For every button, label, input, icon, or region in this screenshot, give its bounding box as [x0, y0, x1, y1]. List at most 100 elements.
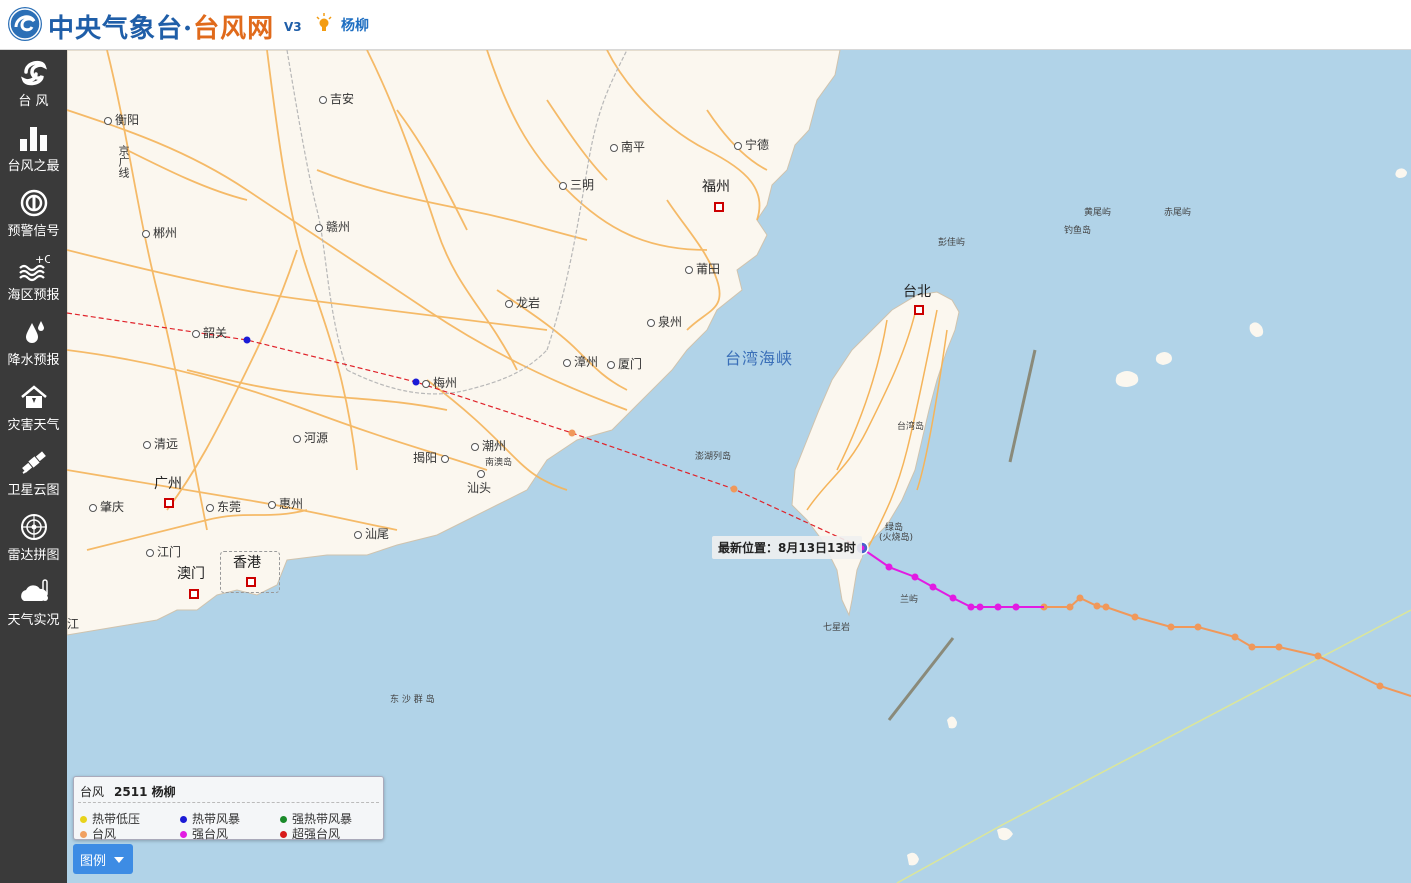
disaster-house-icon: [20, 385, 47, 408]
place-heyuan: 河源: [293, 429, 328, 446]
radar-icon: [20, 514, 47, 540]
sidebar-item-radar[interactable]: 雷达拼图: [0, 506, 67, 568]
place-ningde: 宁德: [734, 136, 769, 153]
lightbulb-icon: [316, 13, 332, 35]
place-taibei: 台北: [903, 284, 931, 300]
sidebar-item-label: 降水预报: [7, 353, 60, 368]
sidebar-item-label: 台 风: [18, 94, 49, 109]
sidebar-item-label: 海区预报: [7, 288, 60, 303]
legend-divider: [78, 802, 379, 803]
place-nanping: 南平: [610, 138, 645, 155]
sidebar-item-typhoon-records[interactable]: 台风之最: [0, 117, 67, 179]
railway-jingguang: 京广线: [117, 145, 130, 178]
forecast-point: [730, 485, 738, 493]
place-hengyang: 衡阳: [104, 111, 139, 128]
place-jian: 吉安: [319, 90, 354, 107]
place-sanming: 三明: [559, 176, 594, 193]
satellite-icon: [21, 451, 46, 474]
place-meizhou: 梅州: [422, 374, 457, 391]
place-shanwei: 汕尾: [354, 525, 389, 542]
place-shantou-dot: [477, 466, 488, 480]
place-diaoyudao: 钓鱼岛: [1064, 226, 1092, 236]
place-longyan: 龙岩: [505, 294, 540, 311]
sidebar-item-label: 天气实况: [7, 613, 60, 628]
typhoon-icon: [20, 60, 47, 86]
place-taiwandao: 台湾岛: [897, 422, 925, 432]
sidebar-item-sea-forecast[interactable]: +C 海区预报: [0, 246, 67, 308]
svg-text:+C: +C: [35, 253, 50, 266]
sidebar-item-typhoon[interactable]: 台 风: [0, 52, 67, 114]
place-chenzhou: 郴州: [142, 224, 177, 241]
place-chiweiyu: 赤尾屿: [1164, 208, 1192, 218]
sidebar-item-precipitation[interactable]: 降水预报: [0, 311, 67, 373]
place-guangzhou: 广州: [154, 476, 182, 492]
place-xiamen: 厦门: [607, 355, 642, 372]
boundary-line: [896, 609, 1411, 883]
place-dongsha: 东 沙 群 岛: [390, 695, 435, 705]
left-sidebar: 台 风 台风之最 预警信号 +C 海区预报 降水预报 灾害天气 卫星云图 雷达拼…: [0, 50, 67, 883]
place-jiangmen: 江门: [146, 543, 181, 560]
sidebar-item-warning-signal[interactable]: 预警信号: [0, 182, 67, 244]
sidebar-item-label: 雷达拼图: [7, 548, 60, 563]
sidebar-item-satellite[interactable]: 卫星云图: [0, 441, 67, 503]
place-qixingyan: 七星岩: [823, 623, 851, 633]
legend-item-ty: 台风: [80, 825, 116, 842]
map-canvas[interactable]: [67, 50, 1411, 883]
weather-live-icon: [20, 579, 48, 601]
legend-item-sty: 强台风: [180, 825, 228, 842]
place-huizhou: 惠州: [268, 495, 303, 512]
place-huoshao: (火烧岛): [879, 533, 914, 543]
forecast-point: [568, 429, 576, 437]
sidebar-item-label: 灾害天气: [7, 418, 60, 433]
place-shantou: 汕头: [467, 481, 492, 495]
cma-logo-icon: [8, 7, 42, 41]
sidebar-item-label: 卫星云图: [7, 483, 60, 498]
site-title[interactable]: 中央气象台·台风网: [48, 8, 274, 45]
taiwan-landmass: [791, 291, 960, 617]
place-putian: 莆田: [685, 260, 720, 277]
place-qingyuan: 清远: [143, 435, 178, 452]
place-nanaodao: 南澳岛: [485, 458, 513, 468]
sea-temperature-icon: +C: [18, 253, 50, 282]
place-pengjiayu: 彭佳屿: [938, 238, 966, 248]
place-jiang: 江: [67, 617, 80, 631]
hongkong-boundary: [220, 551, 280, 593]
capital-marker-macau: [187, 583, 199, 602]
bar-chart-icon: [19, 127, 47, 151]
place-huangweiyu: 黄尾屿: [1084, 208, 1112, 218]
typhoon-track-orange-points: [1040, 594, 1384, 690]
place-fuzhou: 福州: [702, 179, 730, 195]
sidebar-item-weather-live[interactable]: 天气实况: [0, 571, 67, 633]
typhoon-map[interactable]: 吉安 衡阳 京广线 南平 宁德 三明 福州 郴州 赣州 莆田 龙岩 泉州 韶关 …: [67, 50, 1411, 883]
legend-panel: 台风 2511 杨柳 热带低压 热带风暴 强热带风暴 台风 强台风 超强台风: [73, 776, 384, 842]
place-penghu: 澎湖列岛: [695, 452, 732, 462]
place-jieyang: 揭阳: [413, 449, 452, 466]
place-quanzhou: 泉州: [647, 313, 682, 330]
place-dongguan: 东莞: [206, 498, 241, 515]
forecast-point: [412, 378, 420, 386]
raindrop-icon: [25, 321, 44, 343]
site-version: V3: [284, 20, 302, 34]
chevron-down-icon: [114, 857, 124, 863]
latest-position-label[interactable]: 最新位置：8月13日13时: [712, 536, 862, 559]
legend-toggle-button[interactable]: 图例: [73, 844, 133, 874]
sidebar-item-severe-weather[interactable]: 灾害天气: [0, 376, 67, 438]
place-zhaoqing: 肇庆: [89, 498, 124, 515]
sidebar-item-label: 预警信号: [7, 224, 60, 239]
place-chaozhou: 潮州: [471, 437, 506, 454]
place-macau: 澳门: [177, 566, 205, 582]
place-ganzhou: 赣州: [315, 218, 350, 235]
capital-marker-taibei: [912, 299, 924, 318]
place-shaoguan: 韶关: [192, 324, 227, 341]
top-header: 中央气象台·台风网 V3 杨柳: [0, 0, 1411, 50]
warning-signal-icon: [20, 189, 47, 217]
typhoon-track-orange: [1044, 596, 1411, 697]
place-zhangzhou: 漳州: [563, 353, 598, 370]
capital-marker-guangzhou: [162, 492, 174, 511]
sea-name-label: 台湾海峡: [725, 349, 794, 368]
sidebar-item-label: 台风之最: [7, 159, 60, 174]
place-lanyu: 兰屿: [900, 595, 919, 605]
current-storm-link[interactable]: 杨柳: [341, 15, 369, 35]
legend-title: 台风 2511 杨柳: [80, 785, 176, 799]
legend-item-superty: 超强台风: [280, 825, 340, 842]
